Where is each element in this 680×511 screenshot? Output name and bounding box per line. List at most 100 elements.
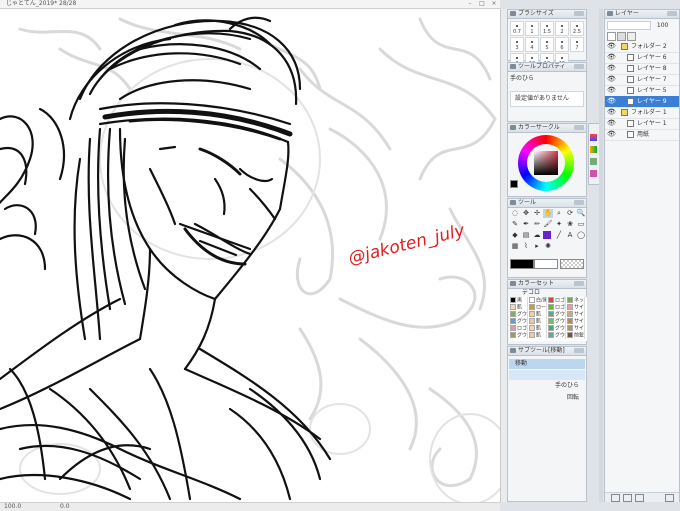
brush-size-option[interactable]: 1 [525,21,539,36]
gradient-icon[interactable]: ▤ [521,231,531,240]
blend-mode-select[interactable] [607,21,651,30]
eye-icon[interactable]: 👁 [607,87,616,94]
drawing-canvas[interactable]: @jakoten_july [0,9,500,502]
brush-size-option[interactable]: 2 [555,21,569,36]
new-folder-icon[interactable] [623,494,632,502]
figure-icon[interactable] [543,231,551,239]
menu-icon[interactable] [574,200,584,205]
similar-color-tab-icon[interactable] [590,170,597,177]
frame-icon[interactable]: ▦ [510,242,520,251]
merge-layer-icon[interactable] [635,494,644,502]
brush-size-option[interactable]: 7 [570,37,584,52]
move-layer-icon[interactable]: ✢ [532,209,542,218]
brush-size-option[interactable]: 3 [510,37,524,52]
lock-icon[interactable] [617,32,626,41]
color-set-cell[interactable]: ロゴ [547,297,566,304]
color-set-cell[interactable]: ロゴ [509,325,528,332]
color-set-cell[interactable]: サイド [566,318,585,325]
close-icon[interactable]: × [490,1,498,7]
menu-icon[interactable] [574,125,584,130]
eye-icon[interactable]: 👁 [607,54,616,61]
eye-icon[interactable]: 👁 [607,131,616,138]
operation-icon[interactable]: ▸ [532,242,542,251]
color-saturation-square[interactable] [534,151,558,175]
text-icon[interactable]: A [565,231,575,240]
color-set-cell[interactable]: サイドギ [566,304,585,311]
eraser-icon[interactable]: ▭ [576,220,586,229]
layer-opacity[interactable]: 100 [657,22,668,29]
new-raster-layer-icon[interactable] [611,494,620,502]
color-set-cell[interactable]: ロール [528,304,547,311]
new-layer-icon[interactable] [607,32,616,41]
color-set-cell[interactable]: 肌 [528,332,547,339]
sub-tool-item-blank[interactable] [509,370,585,380]
balloon-icon[interactable]: ◯ [576,231,586,240]
sub-color-swatch[interactable] [534,259,558,269]
color-set-row[interactable]: グウェ 肌 グウェ サイド [509,318,587,325]
sub-tool-item-hand[interactable]: 手のひら [509,381,585,391]
color-set-cell[interactable]: サイド [566,325,585,332]
color-set-cell[interactable]: 肌 [528,311,547,318]
minimize-icon[interactable]: – [466,1,474,7]
color-set-cell[interactable]: グウェ [509,332,528,339]
menu-icon[interactable] [574,348,584,353]
color-set-cell[interactable]: ロゴ [547,304,566,311]
color-set-cell[interactable]: 前髪 [566,332,585,339]
color-set-cell[interactable]: グウェ [547,318,566,325]
color-set-cell[interactable]: 肌 [528,318,547,325]
menu-icon[interactable] [574,64,584,69]
color-set-tab-icon[interactable] [590,146,597,153]
fill-icon[interactable]: ◆ [510,231,520,240]
ruler-icon[interactable]: ╱ [554,231,564,240]
color-set-grid[interactable]: 黒白/黒ロゴネックまとい肌ロールロゴサイドギグウェ肌グウェサイドグウェ肌グウェサ… [509,297,587,341]
color-set-cell[interactable]: グウェ [547,325,566,332]
color-set-cell[interactable]: グウェ [547,311,566,318]
canvas-vertical-scrollbar[interactable] [500,9,507,502]
dock-splitter[interactable] [599,9,603,502]
menu-icon[interactable] [667,11,677,16]
magnifier-icon[interactable]: 🔍 [576,209,586,218]
pen-icon[interactable]: ✒ [521,220,531,229]
correct-line-icon[interactable]: ⌇ [521,242,531,251]
maximize-icon[interactable]: □ [478,1,486,7]
move-icon[interactable]: ✥ [521,209,531,218]
color-hue-ring[interactable] [518,135,574,191]
menu-icon[interactable] [574,11,584,16]
eye-icon[interactable]: 👁 [607,76,616,83]
color-set-cell[interactable]: サイド [566,311,585,318]
color-set-row[interactable]: 肌 ロール ロゴ サイドギ [509,304,587,311]
lasso-icon[interactable]: ◌ [510,209,520,218]
magnifier-icon[interactable]: ⌕ [554,209,564,218]
brush-size-option[interactable]: 1.5 [540,21,554,36]
color-set-cell[interactable]: 黒 [509,297,528,304]
pencil-icon[interactable]: ✏ [532,220,542,229]
main-color-swatch[interactable] [510,259,534,269]
color-set-cell[interactable]: グウェ [509,318,528,325]
color-set-cell[interactable]: グウェ [547,332,566,339]
eye-icon[interactable]: 👁 [607,109,616,116]
color-set-cell[interactable]: グウェ [509,311,528,318]
airbrush-icon[interactable]: ✦ [554,220,564,229]
transparent-color-swatch[interactable] [560,259,584,269]
eye-icon[interactable]: 👁 [607,43,616,50]
main-color-chip[interactable] [510,180,518,188]
decoration-icon[interactable]: ❀ [565,220,575,229]
color-set-cell[interactable]: 肌 [509,304,528,311]
eyedropper-icon[interactable]: ✎ [510,220,520,229]
eye-icon[interactable]: 👁 [607,98,616,105]
intermediate-color-tab-icon[interactable] [590,158,597,165]
eye-icon[interactable]: 👁 [607,65,616,72]
layer-row[interactable]: 👁 用紙 [605,129,679,141]
color-set-cell[interactable]: 白/黒 [528,297,547,304]
brush-size-option[interactable]: 2.5 [570,21,584,36]
hand-icon[interactable]: ✋ [543,209,553,218]
menu-icon[interactable] [574,281,584,286]
delete-layer-icon[interactable] [665,494,674,502]
rotate-icon[interactable]: ⟳ [565,209,575,218]
color-set-row[interactable]: グウェ 肌 グウェ サイド [509,311,587,318]
brush-size-option[interactable]: 0.7 [510,21,524,36]
brush-size-option[interactable]: 6 [555,37,569,52]
brush-size-option[interactable]: 4 [525,37,539,52]
sub-tool-item-move[interactable]: 移動 [509,359,585,369]
color-set-row[interactable]: ロゴ 肌 グウェ サイド [509,325,587,332]
